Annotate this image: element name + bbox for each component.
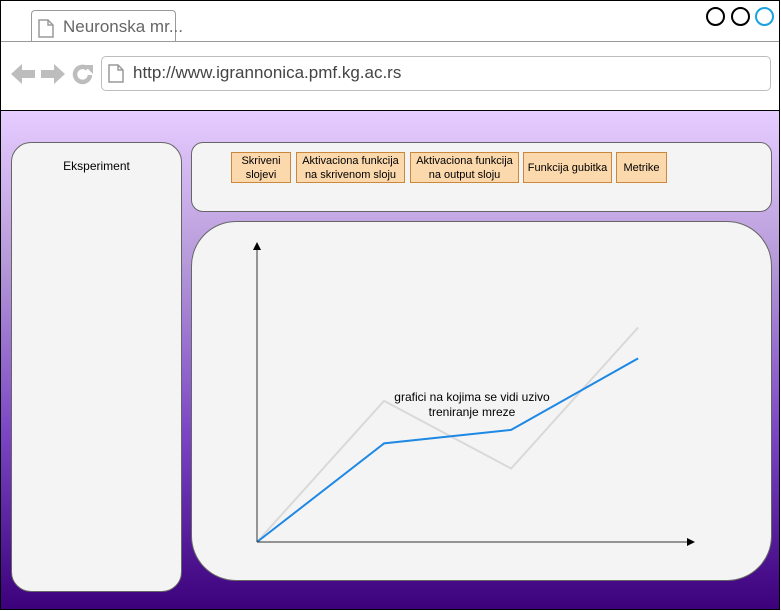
y-axis-arrow <box>253 242 261 250</box>
output-activation-button[interactable]: Aktivaciona funkcija na output sloju <box>410 152 519 183</box>
document-icon <box>38 19 54 38</box>
metrics-button[interactable]: Metrike <box>616 152 667 183</box>
minimize-button[interactable] <box>706 7 725 26</box>
page-content: Eksperiment Skriveni slojevi Aktivaciona… <box>1 111 779 609</box>
maximize-button[interactable] <box>731 7 750 26</box>
series-line <box>256 357 639 543</box>
x-axis-arrow <box>687 538 695 546</box>
page-icon <box>108 64 124 83</box>
loss-function-button[interactable]: Funkcija gubitka <box>523 152 612 183</box>
url-text[interactable]: http://www.igrannonica.pmf.kg.ac.rs <box>133 63 401 83</box>
browser-tab[interactable]: Neuronska mr... <box>31 10 183 41</box>
chart-placeholder-text: grafici na kojima se vidi uzivo treniran… <box>394 390 550 419</box>
address-bar[interactable]: http://www.igrannonica.pmf.kg.ac.rs <box>101 56 771 91</box>
hidden-activation-button[interactable]: Aktivaciona funkcija na skrivenom sloju <box>296 152 405 183</box>
tab-title: Neuronska mr... <box>63 17 183 36</box>
forward-arrow-icon[interactable] <box>41 64 65 84</box>
series-line <box>256 326 639 543</box>
close-button[interactable] <box>755 7 774 26</box>
tab-bar: Neuronska mr... <box>1 1 779 42</box>
sidebar-title: Eksperiment <box>63 159 130 173</box>
navigation-bar: http://www.igrannonica.pmf.kg.ac.rs <box>1 42 779 111</box>
hidden-layers-button[interactable]: Skriveni slojevi <box>231 152 291 183</box>
browser-window: Neuronska mr... http://www.igrannonica.p… <box>0 0 780 610</box>
reload-icon[interactable] <box>72 63 94 85</box>
settings-toolbar: Skriveni slojevi Aktivaciona funkcija na… <box>191 142 772 212</box>
training-chart-panel: grafici na kojima se vidi uzivo treniran… <box>191 221 772 581</box>
experiment-sidebar: Eksperiment <box>11 142 182 592</box>
back-arrow-icon[interactable] <box>11 64 35 84</box>
